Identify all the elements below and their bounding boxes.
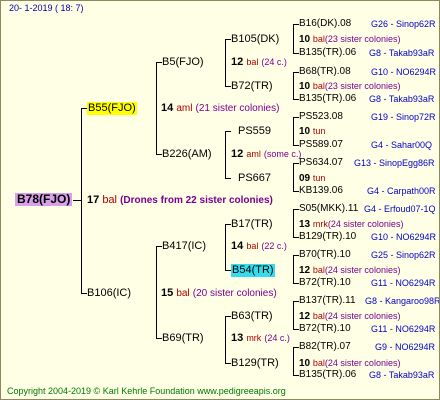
sire-rating: 14 aml (21 sister colonies)	[161, 102, 279, 115]
g4-rating: 12 bal(24 sister colonies)	[299, 265, 401, 276]
dam-unit: bal	[176, 288, 190, 299]
connector	[293, 117, 294, 145]
dam-rating: 15 bal (20 sister colonies)	[161, 287, 277, 300]
g5-id[interactable]: B70(TR).10	[299, 249, 351, 261]
queen-id[interactable]: B78(FJO)	[15, 193, 73, 206]
g3-id[interactable]: B69(TR)	[162, 332, 204, 345]
g4-rating: 10 tun	[299, 126, 326, 137]
g4-id[interactable]: PS559	[238, 125, 271, 138]
g5-link[interactable]: G19 - Sinop72R	[371, 111, 436, 123]
g3-id[interactable]: B226(AM)	[162, 148, 212, 161]
connector	[73, 200, 81, 201]
g3-id[interactable]: B5(FJO)	[162, 56, 204, 69]
g5-id[interactable]: B16(DK).08	[299, 18, 351, 30]
sire-value: 14	[161, 102, 174, 114]
sire-note: (21 sister colonies)	[195, 103, 280, 114]
connector	[293, 209, 294, 237]
connector	[225, 178, 231, 179]
dam-id[interactable]: B106(IC)	[87, 287, 131, 300]
g4-id[interactable]: B105(DK)	[231, 33, 279, 46]
g5-id[interactable]: B137(TR).11	[299, 295, 356, 307]
g5-id[interactable]: S05(MKK).11	[299, 203, 358, 215]
queen-value: 17	[87, 194, 100, 206]
g3-rating: 14 bal (22 c.)	[231, 240, 287, 252]
g5-id[interactable]: B135(TR).06	[299, 47, 356, 59]
connector	[293, 163, 294, 191]
g4-rating: 10 bal(23 sister colonies)	[299, 34, 401, 45]
g5-link[interactable]: G4 - Erfoud07-1Q	[364, 203, 436, 215]
g4-rating: 10 bal(23 sister colonies)	[299, 81, 401, 92]
g4-rating: 09 tun	[299, 173, 326, 184]
g4-id[interactable]: B129(TR)	[231, 357, 279, 370]
queen-rating: 17 bal (Drones from 22 sister colonies)	[87, 194, 273, 207]
sire-id[interactable]: B55(FJO)	[87, 102, 137, 115]
g5-id[interactable]: PS634.07	[299, 157, 343, 169]
g3-rating: 12 aml (some c.)	[231, 148, 302, 160]
g5-link[interactable]: G10 - NO6294R	[371, 66, 436, 78]
date-label: 20- 1-2019 ( 18: 7)	[9, 3, 84, 13]
g3-id[interactable]: B417(IC)	[162, 240, 206, 253]
g4-rating: 12 bal(24 sister colonies)	[299, 311, 401, 322]
g5-id[interactable]: B129(TR).10	[299, 231, 356, 243]
g5-link[interactable]: G11 - NO6294R	[371, 277, 435, 289]
g5-link[interactable]: G13 - SinopEgg86R	[354, 157, 435, 169]
queen-note: (Drones from 22 sister colonies)	[120, 195, 273, 206]
g5-link[interactable]: G10 - NO6294R	[371, 231, 436, 243]
g5-id[interactable]: B72(TR).10	[299, 277, 351, 289]
connector	[293, 72, 294, 99]
g5-link[interactable]: G4 - Carpath00R	[367, 185, 436, 197]
connector	[225, 224, 226, 270]
pedigree-tree: 20- 1-2019 ( 18: 7) B78(FJO) 17 bal (Dro…	[0, 0, 440, 400]
g5-link[interactable]: G26 - Sinop62R	[371, 18, 436, 30]
connector	[225, 131, 226, 178]
g5-link[interactable]: G4 - Sahar00Q	[371, 139, 432, 151]
g5-id[interactable]: B72(TR).10	[299, 323, 351, 335]
g5-id[interactable]: B82(TR).07	[299, 341, 351, 353]
g3-rating: 13 mrk (24 c.)	[231, 332, 290, 344]
g3-rating: 12 bal (24 c.)	[231, 56, 287, 68]
connector	[81, 108, 82, 293]
connector	[225, 316, 226, 363]
dam-note: (20 sister colonies)	[192, 288, 277, 299]
connector	[293, 347, 294, 375]
dam-value: 15	[161, 287, 174, 299]
g5-id[interactable]: PS523.08	[299, 111, 343, 123]
g5-link[interactable]: G8 - Kangaroo98R	[365, 295, 439, 307]
g4-id[interactable]: B54(TR)	[231, 264, 275, 277]
g5-id[interactable]: B135(TR).06	[299, 93, 356, 105]
g5-link[interactable]: G9 - NO6294R	[375, 341, 435, 353]
connector	[293, 24, 294, 53]
g4-id[interactable]: PS667	[238, 172, 271, 185]
sire-unit: aml	[176, 103, 193, 114]
g4-id[interactable]: B17(TR)	[231, 218, 273, 231]
g5-link[interactable]: G25 - Sinop62R	[371, 249, 436, 261]
g5-link[interactable]: G8 - Takab93aR	[369, 47, 434, 59]
g4-rating: 13 mrk(24 sister colonies)	[299, 219, 404, 230]
g4-id[interactable]: B72(TR)	[231, 80, 273, 93]
connector	[293, 255, 294, 283]
queen-unit: bal	[102, 194, 117, 206]
footer-copyright: Copyright 2004-2019 © Karl Kehrle Founda…	[7, 386, 286, 396]
connector	[156, 246, 157, 338]
g4-id[interactable]: B63(TR)	[231, 310, 273, 323]
g5-link[interactable]: G11 - NO6294R	[371, 323, 435, 335]
connector	[225, 131, 231, 132]
g5-link[interactable]: G8 - Takab93aR	[369, 93, 434, 105]
g5-id[interactable]: B135(TR).06	[299, 369, 356, 381]
connector	[156, 62, 157, 154]
connector	[225, 39, 226, 86]
g5-id[interactable]: KB139.06	[299, 185, 343, 197]
connector	[293, 301, 294, 329]
g5-id[interactable]: B68(TR).08	[299, 66, 351, 78]
g5-link[interactable]: G8 - Takab93aR	[369, 369, 434, 381]
g5-id[interactable]: PS589.07	[299, 139, 343, 151]
